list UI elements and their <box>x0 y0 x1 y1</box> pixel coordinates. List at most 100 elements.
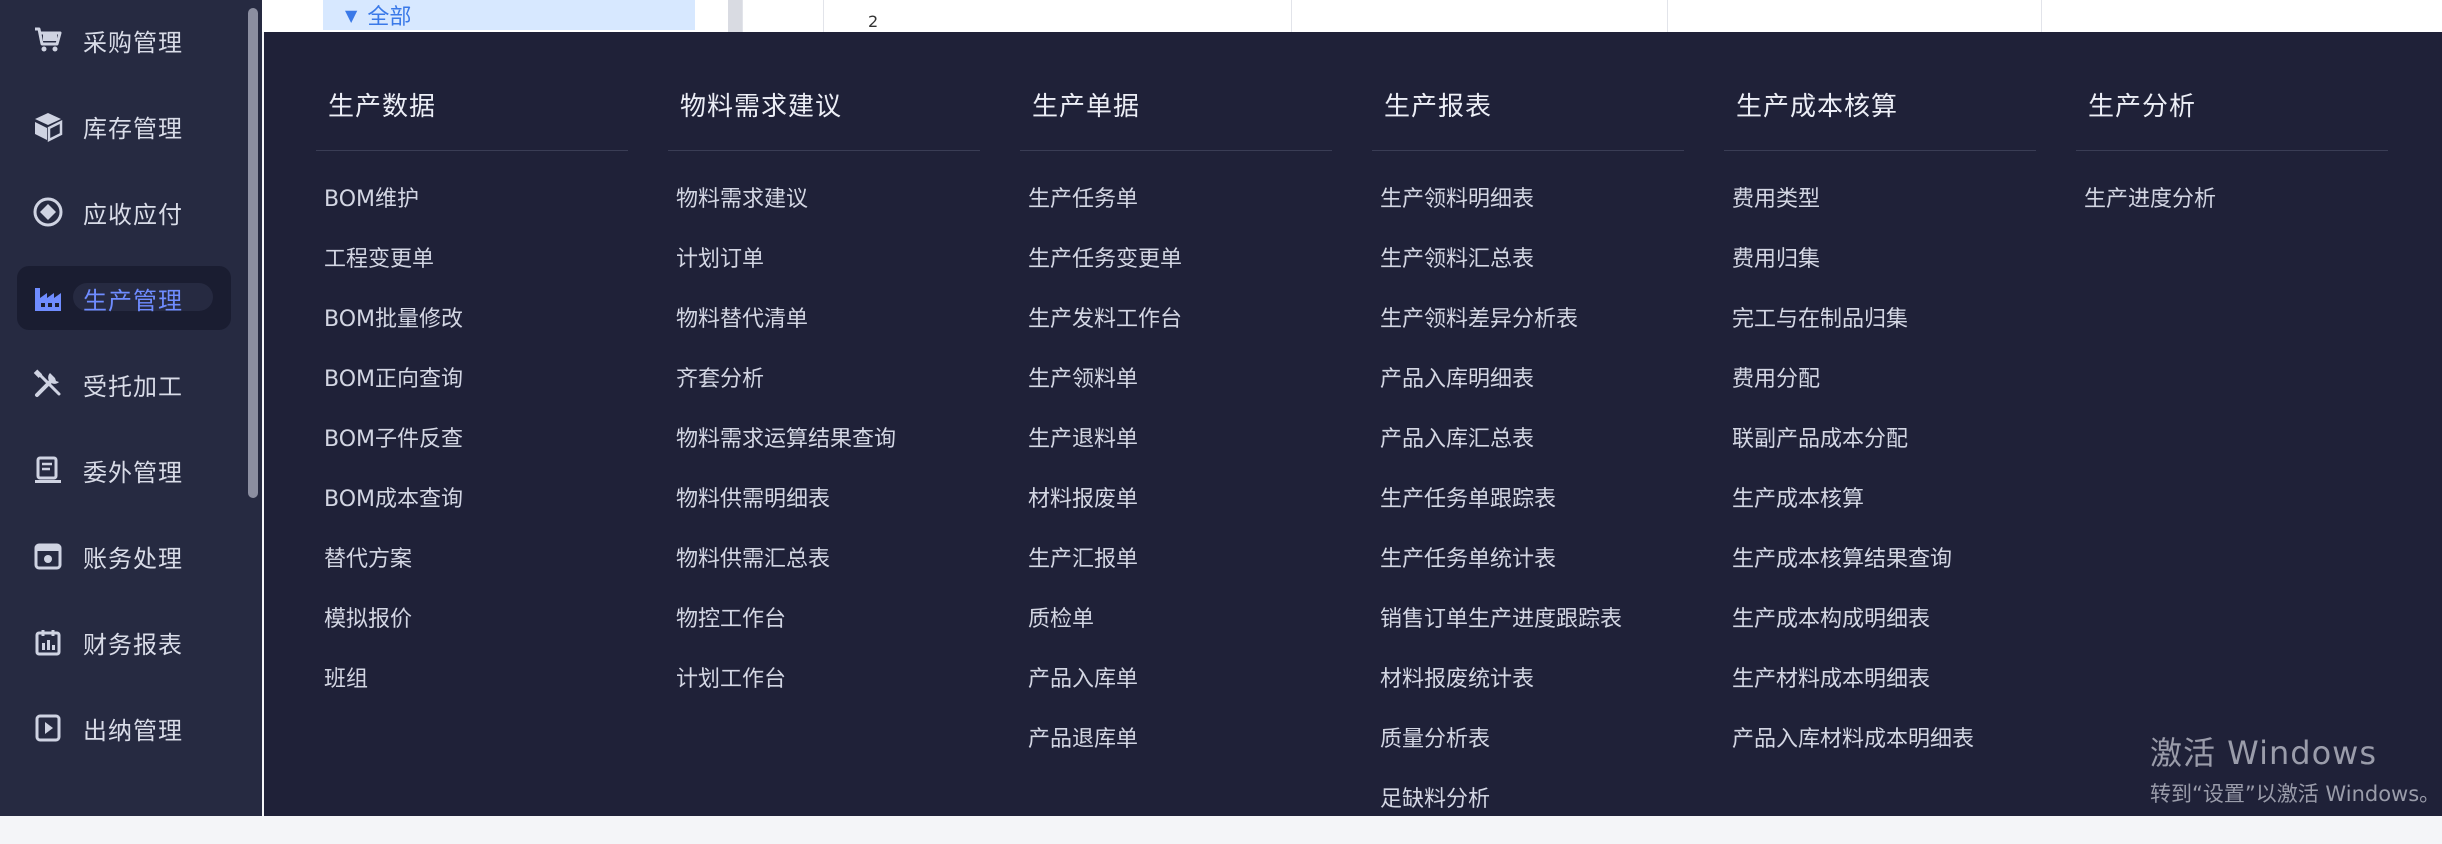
menu-item-requisition-detail[interactable]: 生产领料明细表 <box>1380 184 1622 244</box>
column-divider <box>1372 150 1684 151</box>
sidebar-item-production[interactable]: 生产管理 <box>17 266 231 330</box>
windows-activation-watermark: 激活 Windows 转到“设置”以激活 Windows。 <box>2150 728 2440 808</box>
menu-item-bom-cost-query[interactable]: BOM成本查询 <box>324 484 463 544</box>
menu-item-quality-analysis[interactable]: 质量分析表 <box>1380 724 1622 784</box>
sidebar-item-financial-reports[interactable]: 财务报表 <box>17 610 231 674</box>
column-divider <box>1020 150 1332 151</box>
menu-item-supply-demand-detail[interactable]: 物料供需明细表 <box>676 484 896 544</box>
menu-item-engineering-change[interactable]: 工程变更单 <box>324 244 463 304</box>
watermark-title: 激活 Windows <box>2150 734 2378 772</box>
factory-icon <box>31 281 65 315</box>
column-divider <box>1724 150 2036 151</box>
column-title: 生产分析 <box>2088 92 2197 122</box>
menu-item-quality-inspection[interactable]: 质检单 <box>1028 604 1182 664</box>
outsource-icon <box>31 453 65 487</box>
menu-item-requisition-variance[interactable]: 生产领料差异分析表 <box>1380 304 1622 364</box>
menu-item-expense-collection[interactable]: 费用归集 <box>1732 244 1974 304</box>
menu-item-production-task[interactable]: 生产任务单 <box>1028 184 1182 244</box>
sidebar-item-accounting[interactable]: 账务处理 <box>17 524 231 588</box>
sidebar-item-label: 生产管理 <box>83 286 183 315</box>
tree-node-all[interactable]: ▼ 全部 <box>323 0 695 30</box>
sidebar-item-receivable-payable[interactable]: 应收应付 <box>17 180 231 244</box>
menu-item-issue-workbench[interactable]: 生产发料工作台 <box>1028 304 1182 364</box>
row-number: 2 <box>868 12 879 31</box>
menu-item-product-receipt[interactable]: 产品入库单 <box>1028 664 1182 724</box>
menu-item-material-control-workbench[interactable]: 物控工作台 <box>676 604 896 664</box>
sidebar-item-outsourcing[interactable]: 委外管理 <box>17 438 231 502</box>
menu-item-substitute-plan[interactable]: 替代方案 <box>324 544 463 604</box>
menu-item-simulated-quote[interactable]: 模拟报价 <box>324 604 463 664</box>
box-icon <box>31 109 65 143</box>
sidebar-item-label: 账务处理 <box>83 544 183 573</box>
menu-item-production-requisition[interactable]: 生产领料单 <box>1028 364 1182 424</box>
menu-item-material-requirement-suggestion[interactable]: 物料需求建议 <box>676 184 896 244</box>
sidebar-item-label: 采购管理 <box>83 28 183 57</box>
column-title: 生产单据 <box>1032 92 1141 122</box>
column-title: 生产成本核算 <box>1736 92 1899 122</box>
menu-item-byproduct-cost-allocation[interactable]: 联副产品成本分配 <box>1732 424 1974 484</box>
menu-item-sales-order-progress[interactable]: 销售订单生产进度跟踪表 <box>1380 604 1622 664</box>
watermark-subtitle: 转到“设置”以激活 Windows。 <box>2150 782 2441 806</box>
menu-item-task-statistics[interactable]: 生产任务单统计表 <box>1380 544 1622 604</box>
tree-node-label: 全部 <box>367 5 412 30</box>
sidebar-item-contract-processing[interactable]: 受托加工 <box>17 352 231 416</box>
menu-item-cost-result-query[interactable]: 生产成本核算结果查询 <box>1732 544 1974 604</box>
menu-item-receipt-material-cost-detail[interactable]: 产品入库材料成本明细表 <box>1732 724 1974 784</box>
column-title: 物料需求建议 <box>680 92 843 122</box>
column-title: 生产报表 <box>1384 92 1493 122</box>
menu-item-cost-accounting[interactable]: 生产成本核算 <box>1732 484 1974 544</box>
column-divider <box>668 150 980 151</box>
sidebar-item-label: 应收应付 <box>83 200 183 229</box>
sidebar-item-label: 委外管理 <box>83 458 183 487</box>
menu-item-planning-workbench[interactable]: 计划工作台 <box>676 664 896 724</box>
menu-item-planned-order[interactable]: 计划订单 <box>676 244 896 304</box>
menu-item-production-task-change[interactable]: 生产任务变更单 <box>1028 244 1182 304</box>
sidebar-scrollbar[interactable] <box>248 8 258 498</box>
menu-item-material-scrap[interactable]: 材料报废单 <box>1028 484 1182 544</box>
menu-item-supply-demand-summary[interactable]: 物料供需汇总表 <box>676 544 896 604</box>
menu-item-team[interactable]: 班组 <box>324 664 463 724</box>
cashier-icon <box>31 711 65 745</box>
cart-icon <box>31 23 65 57</box>
menu-item-mrp-result-query[interactable]: 物料需求运算结果查询 <box>676 424 896 484</box>
sidebar-item-purchase[interactable]: 采购管理 <box>17 8 231 72</box>
menu-item-finished-wip-collection[interactable]: 完工与在制品归集 <box>1732 304 1974 364</box>
menu-item-material-substitute-list[interactable]: 物料替代清单 <box>676 304 896 364</box>
menu-item-product-return[interactable]: 产品退库单 <box>1028 724 1182 784</box>
column-divider <box>2076 150 2388 151</box>
sidebar-item-label: 财务报表 <box>83 630 183 659</box>
menu-item-bom-maintain[interactable]: BOM维护 <box>324 184 463 244</box>
menu-item-production-return[interactable]: 生产退料单 <box>1028 424 1182 484</box>
sidebar: 采购管理 库存管理 应收应付 生产管理 受托加工 委外管理 账务处理 财务报表 … <box>0 0 262 816</box>
expand-triangle-icon[interactable]: ▼ <box>345 6 357 25</box>
menu-item-kitting-analysis[interactable]: 齐套分析 <box>676 364 896 424</box>
production-mega-menu: 生产数据 BOM维护 工程变更单 BOM批量修改 BOM正向查询 BOM子件反查… <box>264 32 2442 816</box>
tools-icon <box>31 367 65 401</box>
panel-divider[interactable] <box>728 0 742 32</box>
column-divider <box>316 150 628 151</box>
sidebar-item-label: 受托加工 <box>83 372 183 401</box>
menu-item-expense-types[interactable]: 费用类型 <box>1732 184 1974 244</box>
menu-item-receipt-detail[interactable]: 产品入库明细表 <box>1380 364 1622 424</box>
menu-item-scrap-statistics[interactable]: 材料报废统计表 <box>1380 664 1622 724</box>
menu-item-bom-forward-query[interactable]: BOM正向查询 <box>324 364 463 424</box>
sidebar-item-label: 出纳管理 <box>83 716 183 745</box>
menu-item-progress-analysis[interactable]: 生产进度分析 <box>2084 184 2216 244</box>
menu-item-shortage-analysis[interactable]: 足缺料分析 <box>1380 784 1622 844</box>
menu-item-cost-composition-detail[interactable]: 生产成本构成明细表 <box>1732 604 1974 664</box>
ledger-icon <box>31 539 65 573</box>
sidebar-item-cashier[interactable]: 出纳管理 <box>17 696 231 760</box>
menu-item-bom-reverse-query[interactable]: BOM子件反查 <box>324 424 463 484</box>
menu-item-material-cost-detail[interactable]: 生产材料成本明细表 <box>1732 664 1974 724</box>
sidebar-item-inventory[interactable]: 库存管理 <box>17 94 231 158</box>
diamond-icon <box>31 195 65 229</box>
menu-item-bom-batch-edit[interactable]: BOM批量修改 <box>324 304 463 364</box>
sidebar-item-label: 库存管理 <box>83 114 183 143</box>
menu-item-production-report[interactable]: 生产汇报单 <box>1028 544 1182 604</box>
report-icon <box>31 625 65 659</box>
menu-item-requisition-summary[interactable]: 生产领料汇总表 <box>1380 244 1622 304</box>
menu-item-task-tracking[interactable]: 生产任务单跟踪表 <box>1380 484 1622 544</box>
menu-item-expense-allocation[interactable]: 费用分配 <box>1732 364 1974 424</box>
menu-item-receipt-summary[interactable]: 产品入库汇总表 <box>1380 424 1622 484</box>
column-title: 生产数据 <box>328 92 437 122</box>
